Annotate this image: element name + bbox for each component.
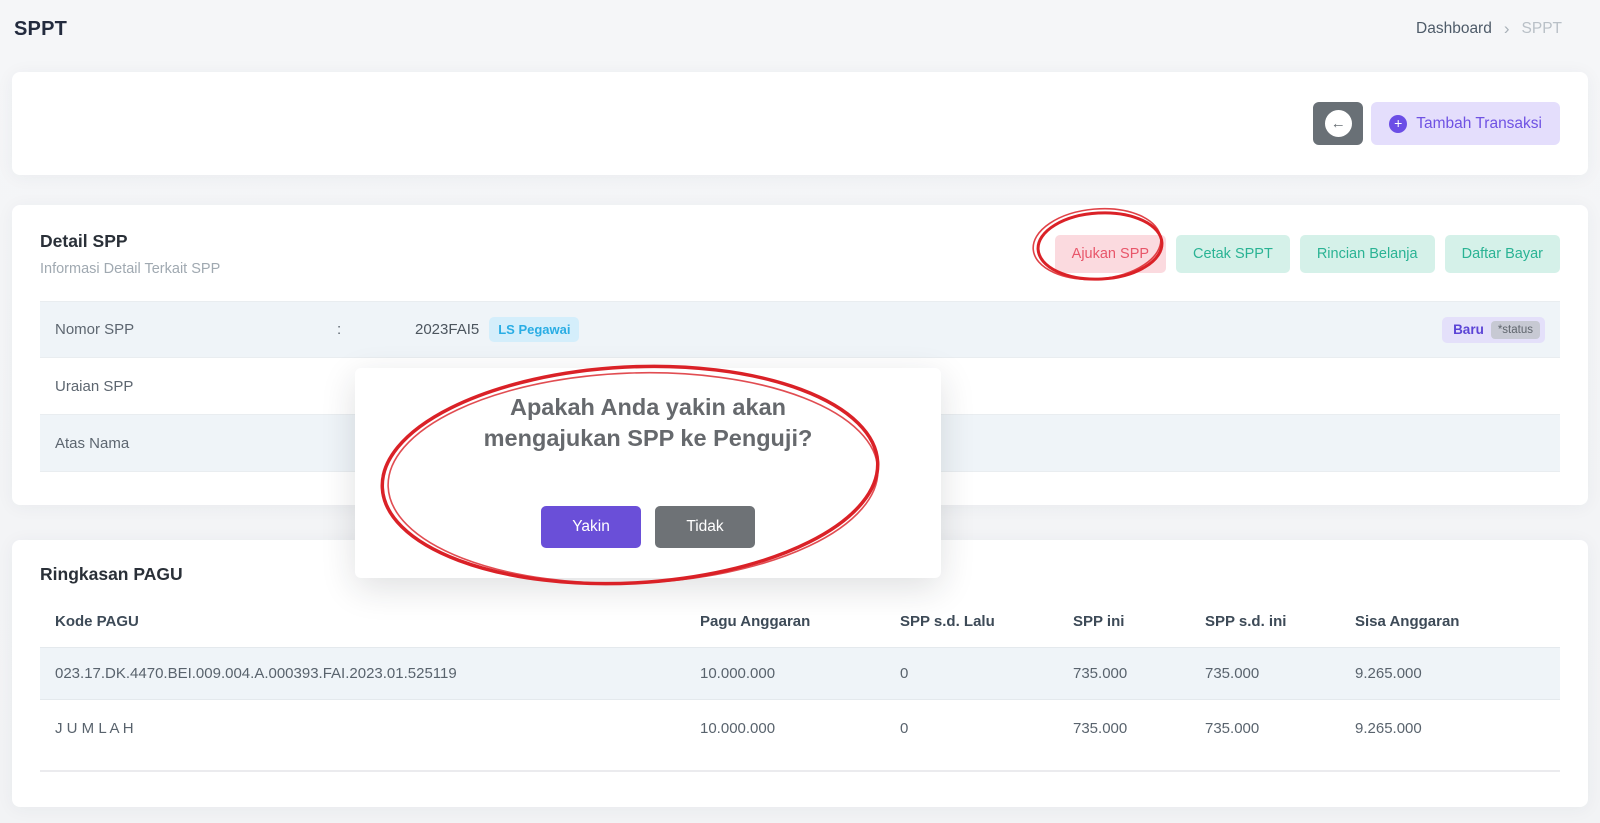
cell-spp-sd-ini: 735.000 (1205, 665, 1355, 682)
cell-pagu: 10.000.000 (700, 665, 900, 682)
status-note: *status (1491, 321, 1540, 339)
col-spp-ini: SPP ini (1073, 613, 1205, 630)
row-label: Atas Nama (55, 435, 337, 452)
cell-spp-ini: 735.000 (1073, 720, 1205, 737)
cell-spp-ini: 735.000 (1073, 665, 1205, 682)
col-spp-sd-ini: SPP s.d. ini (1205, 613, 1355, 630)
toolbar-card: ← + Tambah Transaksi (12, 72, 1588, 175)
cell-spp-lalu: 0 (900, 720, 1073, 737)
status-value: Baru (1453, 322, 1484, 337)
detail-title: Detail SPP (40, 231, 220, 252)
breadcrumb: Dashboard › SPPT (1416, 19, 1562, 39)
col-spp-sd-lalu: SPP s.d. Lalu (900, 613, 1073, 630)
row-label: Nomor SPP (55, 321, 337, 338)
chevron-right-icon: › (1504, 19, 1510, 39)
plus-icon: + (1389, 115, 1407, 133)
breadcrumb-dashboard[interactable]: Dashboard (1416, 20, 1492, 38)
back-arrow-icon: ← (1325, 110, 1352, 137)
breadcrumb-current: SPPT (1522, 20, 1562, 38)
ajukan-spp-button[interactable]: Ajukan SPP (1055, 235, 1166, 273)
cell-sisa: 9.265.000 (1355, 720, 1560, 737)
col-kode-pagu: Kode PAGU (40, 613, 700, 630)
cetak-sppt-button[interactable]: Cetak SPPT (1176, 235, 1290, 273)
table-row-jumlah: J U M L A H 10.000.000 0 735.000 735.000… (40, 700, 1560, 756)
cell-pagu: 10.000.000 (700, 720, 900, 737)
cell-kode: 023.17.DK.4470.BEI.009.004.A.000393.FAI.… (40, 665, 700, 682)
pagu-header-row: Kode PAGU Pagu Anggaran SPP s.d. Lalu SP… (40, 595, 1560, 647)
ringkasan-pagu-card: Ringkasan PAGU Kode PAGU Pagu Anggaran S… (12, 540, 1588, 807)
ls-pegawai-badge: LS Pegawai (489, 317, 579, 342)
row-separator: : (337, 321, 415, 338)
page-title: SPPT (14, 18, 67, 41)
detail-subtitle: Informasi Detail Terkait SPP (40, 261, 220, 277)
confirm-dialog: Apakah Anda yakin akan mengajukan SPP ke… (355, 368, 941, 578)
col-sisa-anggaran: Sisa Anggaran (1355, 613, 1560, 630)
top-header: SPPT Dashboard › SPPT (0, 0, 1600, 58)
cell-spp-sd-ini: 735.000 (1205, 720, 1355, 737)
confirm-message: Apakah Anda yakin akan mengajukan SPP ke… (355, 392, 941, 453)
cell-kode: J U M L A H (40, 720, 700, 737)
row-nomor-spp: Nomor SPP : 2023FAI5 LS Pegawai Baru *st… (40, 301, 1560, 358)
cell-sisa: 9.265.000 (1355, 665, 1560, 682)
rincian-belanja-button[interactable]: Rincian Belanja (1300, 235, 1435, 273)
status-badge: Baru *status (1442, 317, 1545, 343)
daftar-bayar-button[interactable]: Daftar Bayar (1445, 235, 1560, 273)
col-pagu-anggaran: Pagu Anggaran (700, 613, 900, 630)
cell-spp-lalu: 0 (900, 665, 1073, 682)
divider (40, 770, 1560, 772)
yakin-button[interactable]: Yakin (541, 506, 641, 548)
confirm-message-line1: Apakah Anda yakin akan (355, 392, 941, 423)
row-label: Uraian SPP (55, 378, 337, 395)
back-button[interactable]: ← (1313, 102, 1363, 145)
confirm-message-line2: mengajukan SPP ke Penguji? (355, 423, 941, 454)
detail-actions: Ajukan SPP Cetak SPPT Rincian Belanja Da… (1055, 235, 1560, 273)
detail-heading: Detail SPP Informasi Detail Terkait SPP (40, 231, 220, 277)
table-row: 023.17.DK.4470.BEI.009.004.A.000393.FAI.… (40, 647, 1560, 700)
nomor-spp-value: 2023FAI5 (415, 321, 479, 338)
tambah-transaksi-label: Tambah Transaksi (1416, 115, 1542, 133)
tidak-button[interactable]: Tidak (655, 506, 755, 548)
pagu-table: Kode PAGU Pagu Anggaran SPP s.d. Lalu SP… (40, 595, 1560, 756)
tambah-transaksi-button[interactable]: + Tambah Transaksi (1371, 102, 1560, 145)
